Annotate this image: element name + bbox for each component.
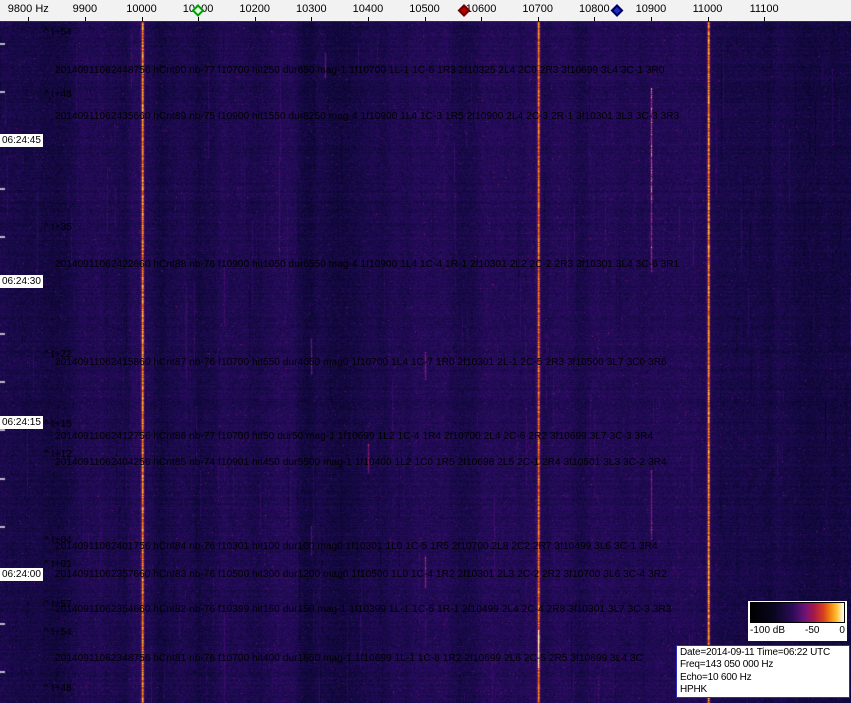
freq-tick-mark	[28, 17, 30, 21]
info-station-id: HPHK	[680, 684, 707, 696]
freq-tick-mark	[311, 17, 313, 21]
freq-tick-label: 10400	[352, 3, 384, 15]
freq-tick-mark	[424, 17, 426, 21]
freq-tick-mark	[537, 17, 539, 21]
freq-tick-label: 10800	[579, 3, 610, 15]
colorbar-labels: -100 dB -50 0	[750, 625, 845, 636]
meteor-echo-spectrogram-display: 9800 Hz990010000101001020010300104001050…	[0, 0, 851, 703]
colorbar-min-label: -100 dB	[750, 625, 786, 636]
colorbar-max-label: 0	[839, 625, 845, 636]
freq-tick-mark	[481, 17, 483, 21]
freq-tick-mark	[141, 17, 143, 21]
freq-tick-mark	[650, 17, 652, 21]
freq-tick-label: 10700	[522, 3, 553, 15]
info-box: Date=2014-09-11 Time=06:22 UTC Freq=143 …	[676, 645, 850, 698]
blue-diamond-marker[interactable]	[610, 4, 624, 17]
freq-tick-mark	[198, 17, 200, 21]
freq-tick-mark	[707, 17, 709, 21]
spectrogram-canvas	[0, 22, 851, 703]
freq-tick-label: 10300	[296, 3, 327, 15]
info-frequency: Freq=143 050 000 Hz	[680, 659, 774, 671]
freq-tick-mark	[84, 17, 86, 21]
freq-tick-label: 11100	[749, 3, 779, 15]
freq-tick-label: 10900	[635, 3, 667, 15]
freq-tick-mark	[594, 17, 596, 21]
colorbar-gradient	[750, 602, 845, 623]
info-echo-frequency: Echo=10 600 Hz	[680, 671, 752, 683]
freq-tick-label: 11000	[692, 3, 723, 15]
freq-tick-mark	[367, 17, 369, 21]
info-date-time: Date=2014-09-11 Time=06:22 UTC	[680, 647, 831, 658]
colorbar: -100 dB -50 0	[748, 601, 847, 641]
freq-tick-label: 10200	[239, 3, 270, 15]
freq-tick-label: 10500	[409, 3, 440, 15]
freq-tick-label: 9800 Hz	[7, 3, 49, 15]
freq-tick-mark	[764, 17, 766, 21]
freq-tick-label: 10000	[126, 3, 157, 15]
frequency-axis: 9800 Hz990010000101001020010300104001050…	[0, 0, 851, 22]
colorbar-mid-label: -50	[805, 625, 820, 636]
freq-tick-label: 9900	[72, 3, 98, 15]
freq-tick-label: 10600	[465, 3, 497, 15]
freq-tick-mark	[254, 17, 256, 21]
